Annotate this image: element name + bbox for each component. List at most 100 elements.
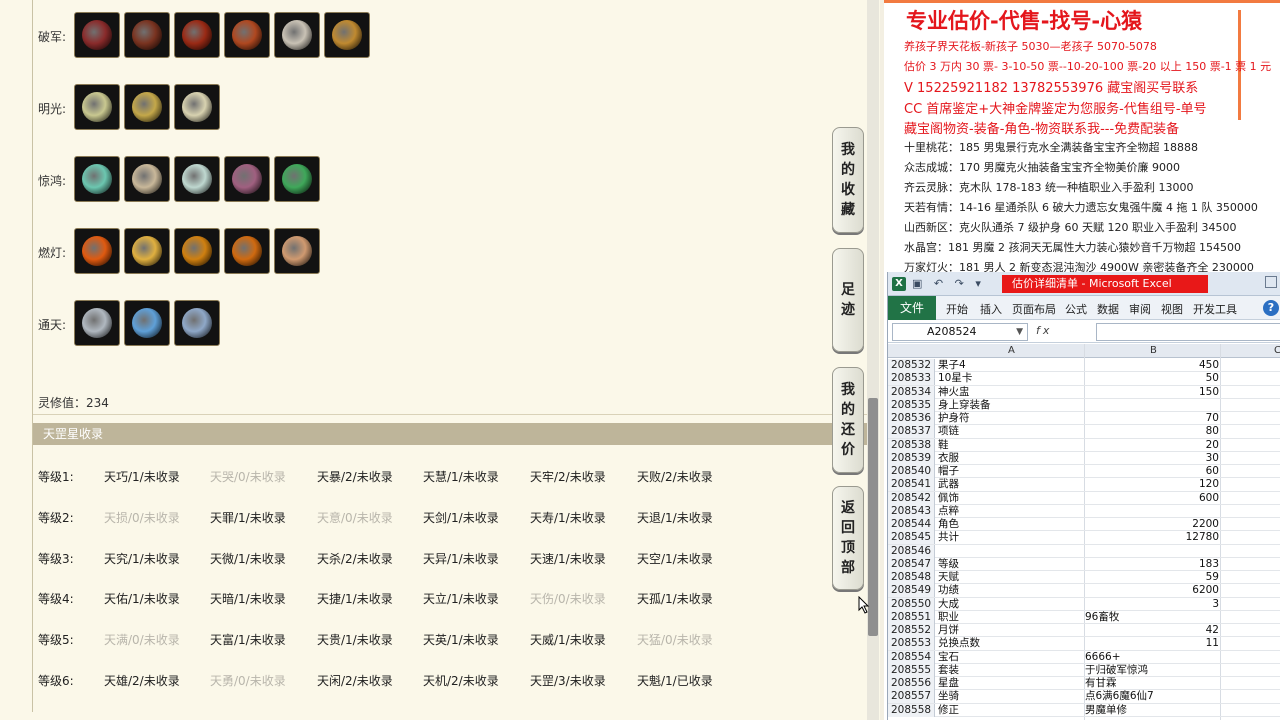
cell-a[interactable]: 等级 (938, 558, 1083, 571)
cell-a[interactable]: 10星卡 (938, 372, 1083, 385)
sheet-row[interactable]: 208553 兑换点数 11 (888, 637, 1280, 651)
row-number[interactable]: 208551 (888, 610, 935, 624)
cell-a[interactable]: 功绩 (938, 584, 1083, 597)
cell-b[interactable]: 有甘霖 (1085, 677, 1219, 690)
sheet-row[interactable]: 208551 职业 96畜牧 (888, 610, 1280, 624)
equipment-slot[interactable] (174, 228, 220, 274)
equipment-slot[interactable] (124, 300, 170, 346)
equipment-slot[interactable] (74, 12, 120, 58)
row-number[interactable]: 208546 (888, 544, 935, 558)
column-header-a[interactable]: A (1008, 345, 1015, 356)
collection-item[interactable]: 天巧/1/未收录 (104, 468, 180, 485)
cell-b[interactable]: 30 (1085, 452, 1219, 465)
cell-b[interactable]: 70 (1085, 412, 1219, 425)
collection-item[interactable]: 天雄/2/未收录 (104, 672, 180, 689)
sheet-row[interactable]: 208538 鞋 20 (888, 438, 1280, 452)
sheet-row[interactable]: 208552 月饼 42 (888, 624, 1280, 638)
row-number[interactable]: 208536 (888, 412, 935, 425)
row-number[interactable]: 208537 (888, 425, 935, 439)
equipment-slot[interactable] (124, 12, 170, 58)
sheet-grid[interactable]: 208532 果子4 450 208533 10星卡 50 208534 神火盅 150 2085… (888, 359, 1280, 717)
row-number[interactable]: 208542 (888, 491, 935, 505)
cell-a[interactable]: 套装 (938, 664, 1083, 677)
sheet-row[interactable]: 208541 武器 120 (888, 478, 1280, 492)
row-number[interactable]: 208543 (888, 504, 935, 518)
chevron-down-icon[interactable]: ▼ (1016, 324, 1023, 340)
collection-item[interactable]: 天富/1/未收录 (210, 631, 286, 648)
collection-item[interactable]: 天异/1/未收录 (423, 550, 499, 567)
cell-a[interactable]: 坐骑 (938, 690, 1083, 703)
equipment-slot[interactable] (174, 12, 220, 58)
collection-item[interactable]: 天暗/1/未收录 (210, 590, 286, 607)
cell-a[interactable]: 修正 (938, 704, 1083, 717)
ribbon-tab[interactable]: 公式 (1065, 301, 1087, 317)
cell-a[interactable]: 项链 (938, 425, 1083, 438)
sheet-row[interactable]: 208544 角色 2200 (888, 518, 1280, 532)
cell-a[interactable]: 衣服 (938, 452, 1083, 465)
sheet-row[interactable]: 208540 帽子 60 (888, 465, 1280, 479)
collection-item[interactable]: 天牢/2/未收录 (530, 468, 606, 485)
row-number[interactable]: 208549 (888, 584, 935, 598)
collection-item[interactable]: 天败/2/未收录 (637, 468, 713, 485)
row-number[interactable]: 208532 (888, 359, 935, 372)
equipment-slot[interactable] (74, 300, 120, 346)
ribbon-tab[interactable]: 数据 (1097, 301, 1119, 317)
equipment-slot[interactable] (224, 156, 270, 202)
ribbon-tab[interactable]: 视图 (1161, 301, 1183, 317)
row-number[interactable]: 208550 (888, 597, 935, 611)
cell-b[interactable]: 59 (1085, 571, 1219, 584)
row-number[interactable]: 208539 (888, 451, 935, 465)
cell-b[interactable]: 80 (1085, 425, 1219, 438)
row-number[interactable]: 208540 (888, 465, 935, 478)
sheet-row[interactable]: 208555 套装 于归破军惊鸿 (888, 663, 1280, 677)
cell-b[interactable]: 20 (1085, 439, 1219, 452)
cell-a[interactable]: 佩饰 (938, 492, 1083, 505)
row-number[interactable]: 208556 (888, 677, 935, 690)
cell-a[interactable]: 星盘 (938, 677, 1083, 690)
collection-item[interactable]: 天佑/1/未收录 (104, 590, 180, 607)
row-number[interactable]: 208555 (888, 663, 935, 677)
collection-item[interactable]: 天究/1/未收录 (104, 550, 180, 567)
cell-b[interactable]: 60 (1085, 465, 1219, 478)
ribbon-tab[interactable]: 开始 (946, 301, 968, 317)
sheet-row[interactable]: 208532 果子4 450 (888, 359, 1280, 373)
side-button[interactable]: 足迹 (832, 248, 864, 352)
ribbon-tab[interactable]: 插入 (980, 301, 1002, 317)
collection-item[interactable]: 天机/2/未收录 (423, 672, 499, 689)
equipment-slot[interactable] (124, 84, 170, 130)
equipment-slot[interactable] (324, 12, 370, 58)
tab-file[interactable]: 文件 (888, 296, 936, 320)
sheet-row[interactable]: 208556 星盘 有甘霖 (888, 677, 1280, 691)
name-box[interactable]: A208524 ▼ (892, 323, 1028, 341)
row-number[interactable]: 208554 (888, 650, 935, 664)
cell-b[interactable]: 12780 (1085, 531, 1219, 544)
collection-item[interactable]: 天满/0/未收录 (104, 631, 180, 648)
cell-a[interactable]: 帽子 (938, 465, 1083, 478)
collection-item[interactable]: 天寿/1/未收录 (530, 509, 606, 526)
row-number[interactable]: 208545 (888, 531, 935, 545)
help-icon[interactable]: ? (1263, 300, 1279, 316)
sheet-row[interactable]: 208537 项链 80 (888, 425, 1280, 439)
row-number[interactable]: 208538 (888, 438, 935, 452)
collection-item[interactable]: 天慧/1/未收录 (423, 468, 499, 485)
sheet-row[interactable]: 208546 (888, 544, 1280, 558)
row-number[interactable]: 208548 (888, 571, 935, 584)
equipment-slot[interactable] (274, 156, 320, 202)
equipment-slot[interactable] (224, 228, 270, 274)
sheet-row[interactable]: 208535 身上穿装备 (888, 398, 1280, 412)
collection-item[interactable]: 天威/1/未收录 (530, 631, 606, 648)
cell-b[interactable]: 50 (1085, 372, 1219, 385)
row-number[interactable]: 208553 (888, 637, 935, 651)
cell-a[interactable]: 宝石 (938, 651, 1083, 664)
row-number[interactable]: 208557 (888, 690, 935, 704)
collection-item[interactable]: 天空/1/未收录 (637, 550, 713, 567)
equipment-slot[interactable] (124, 228, 170, 274)
collection-item[interactable]: 天意/0/未收录 (317, 509, 393, 526)
ribbon-tab[interactable]: 页面布局 (1012, 301, 1056, 317)
cell-b[interactable]: 450 (1085, 359, 1219, 372)
function-icon[interactable]: fx (1036, 324, 1052, 337)
row-number[interactable]: 208535 (888, 398, 935, 412)
row-number[interactable]: 208533 (888, 372, 935, 386)
sheet-row[interactable]: 208539 衣服 30 (888, 451, 1280, 465)
sheet-row[interactable]: 208557 坐骑 点6满6魔6仙7 (888, 690, 1280, 704)
